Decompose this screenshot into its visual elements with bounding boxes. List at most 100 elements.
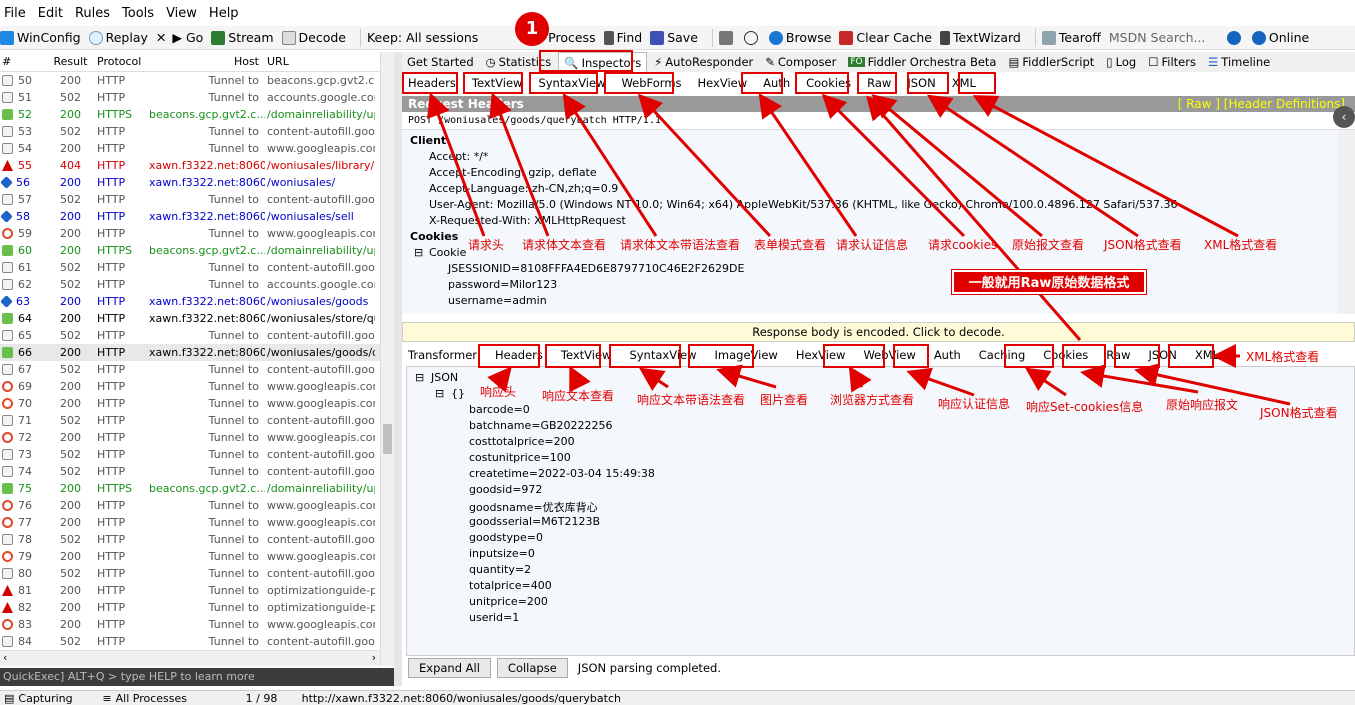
cookie-collapse-icon[interactable]: ⊟: [414, 246, 423, 259]
tree-collapse-icon[interactable]: ⊟: [415, 371, 424, 384]
resp-tab-auth[interactable]: Auth: [928, 346, 967, 364]
session-row[interactable]: 65 502 HTTP Tunnel to content-autofill.googl: [0, 327, 380, 344]
timer-button[interactable]: [743, 30, 761, 45]
session-row[interactable]: 70 200 HTTP Tunnel to www.googleapis.com:: [0, 395, 380, 412]
menu-rules[interactable]: Rules: [75, 6, 110, 21]
tearoff-button[interactable]: Tearoff: [1041, 30, 1101, 45]
session-row[interactable]: 73 502 HTTP Tunnel to content-autofill.googl: [0, 446, 380, 463]
menu-tools[interactable]: Tools: [122, 6, 154, 21]
col-protocol[interactable]: Protocol: [93, 55, 149, 68]
screenshot-button[interactable]: [718, 30, 736, 45]
find-button[interactable]: Find: [603, 30, 642, 45]
json-field[interactable]: costunitprice=100: [469, 451, 571, 464]
capture-icon[interactable]: ▤: [4, 692, 14, 705]
session-row[interactable]: 82 200 HTTP Tunnel to optimizationguide-pa.: [0, 599, 380, 616]
browse-button[interactable]: Browse: [768, 30, 831, 45]
session-row[interactable]: 63 200 HTTP xawn.f3322.net:8060/woniusales/…: [0, 293, 380, 310]
pane-splitter[interactable]: [394, 52, 402, 686]
request-scrollbar[interactable]: [1338, 130, 1355, 314]
help-button[interactable]: [1226, 30, 1244, 45]
tab-timeline[interactable]: ☰ Timeline: [1203, 52, 1275, 72]
json-field[interactable]: userid=1: [469, 611, 519, 624]
tab-log[interactable]: ▯ Log: [1101, 52, 1141, 72]
json-object-node[interactable]: {}: [451, 387, 465, 400]
json-field[interactable]: createtime=2022-03-04 15:49:38: [469, 467, 655, 480]
keep-sessions-dropdown[interactable]: Keep: All sessions: [367, 30, 478, 45]
decode-notice[interactable]: Response body is encoded. Click to decod…: [402, 322, 1355, 342]
json-field[interactable]: goodstype=0: [469, 531, 543, 544]
stream-button[interactable]: Stream: [211, 30, 274, 45]
msdn-search-input[interactable]: MSDN Search...: [1109, 30, 1219, 45]
capturing-status[interactable]: Capturing: [18, 692, 78, 705]
session-row[interactable]: 67 502 HTTP Tunnel to content-autofill.googl: [0, 361, 380, 378]
sessions-vertical-scrollbar[interactable]: [380, 52, 394, 666]
scroll-right-icon[interactable]: ›: [372, 651, 376, 665]
process-filter[interactable]: All Processes: [116, 692, 246, 705]
json-field[interactable]: unitprice=200: [469, 595, 548, 608]
session-row[interactable]: 69 200 HTTP Tunnel to www.googleapis.com:: [0, 378, 380, 395]
scroll-thumb[interactable]: [383, 424, 392, 454]
tab-get-started[interactable]: Get Started: [402, 52, 479, 72]
json-field[interactable]: goodsserial=M6T2123B: [469, 515, 600, 528]
menu-help[interactable]: Help: [209, 6, 239, 21]
textwizard-button[interactable]: TextWizard: [939, 30, 1021, 45]
session-row[interactable]: 57 502 HTTP Tunnel to content-autofill.googl: [0, 191, 380, 208]
collapse-button[interactable]: Collapse: [496, 658, 568, 678]
session-row[interactable]: 64 200 HTTP xawn.f3322.net:8060/woniusales/…: [0, 310, 380, 327]
session-row[interactable]: 84 502 HTTP Tunnel to content-autofill.googl: [0, 633, 380, 650]
session-row[interactable]: 72 200 HTTP Tunnel to www.googleapis.com:: [0, 429, 380, 446]
json-field[interactable]: costtotalprice=200: [469, 435, 575, 448]
session-row[interactable]: 53 502 HTTP Tunnel to content-autofill.googl: [0, 123, 380, 140]
session-row[interactable]: 61 502 HTTP Tunnel to content-autofill.googl: [0, 259, 380, 276]
session-row[interactable]: 66 200 HTTP xawn.f3322.net:8060/woniusales/…: [0, 344, 380, 361]
session-row[interactable]: 78 502 HTTP Tunnel to content-autofill.googl: [0, 531, 380, 548]
header-links[interactable]: [ Raw ] [Header Definitions]: [1178, 96, 1345, 112]
session-row[interactable]: 71 502 HTTP Tunnel to content-autofill.googl: [0, 412, 380, 429]
session-row[interactable]: 83 200 HTTP Tunnel to www.googleapis.com:: [0, 616, 380, 633]
json-field[interactable]: barcode=0: [469, 403, 530, 416]
session-row[interactable]: 80 502 HTTP Tunnel to content-autofill.googl: [0, 565, 380, 582]
winconfig-button[interactable]: WinConfig: [0, 30, 81, 45]
tab-fiddler-orchestra[interactable]: FO Fiddler Orchestra Beta: [843, 52, 1001, 72]
session-row[interactable]: 60 200 HTTPS beacons.gcp.gvt2.c.../domainre…: [0, 242, 380, 259]
session-row[interactable]: 79 200 HTTP Tunnel to www.googleapis.com:: [0, 548, 380, 565]
expand-all-button[interactable]: Expand All: [408, 658, 491, 678]
scroll-left-icon[interactable]: ‹: [0, 651, 7, 664]
replay-button[interactable]: Replay: [88, 30, 148, 45]
session-row[interactable]: 59 200 HTTP Tunnel to www.googleapis.com:: [0, 225, 380, 242]
session-row[interactable]: 77 200 HTTP Tunnel to www.googleapis.com:: [0, 514, 380, 531]
session-row[interactable]: 76 200 HTTP Tunnel to www.googleapis.com:: [0, 497, 380, 514]
session-row[interactable]: 55 404 HTTP xawn.f3322.net:8060/woniusales/…: [0, 157, 380, 174]
tab-autoresponder[interactable]: ⚡ AutoResponder: [649, 52, 758, 72]
session-row[interactable]: 62 502 HTTP Tunnel to accounts.google.com:: [0, 276, 380, 293]
tab-fiddlerscript[interactable]: ▤ FiddlerScript: [1003, 52, 1099, 72]
session-row[interactable]: 75 200 HTTPS beacons.gcp.gvt2.c.../domainre…: [0, 480, 380, 497]
session-row[interactable]: 81 200 HTTP Tunnel to optimizationguide-pa.: [0, 582, 380, 599]
col-result[interactable]: Result: [48, 55, 93, 68]
session-row[interactable]: 56 200 HTTP xawn.f3322.net:8060/woniusales/: [0, 174, 380, 191]
session-row[interactable]: 54 200 HTTP Tunnel to www.googleapis.com:: [0, 140, 380, 157]
quickexec-input[interactable]: QuickExec] ALT+Q > type HELP to learn mo…: [0, 668, 394, 686]
session-row[interactable]: 51 502 HTTP Tunnel to accounts.google.com:: [0, 89, 380, 106]
tree-collapse-icon[interactable]: ⊟: [435, 387, 444, 400]
decode-button[interactable]: Decode: [281, 30, 346, 45]
menu-view[interactable]: View: [166, 6, 197, 21]
clear-cache-button[interactable]: Clear Cache: [839, 30, 932, 45]
tab-filters[interactable]: ☐ Filters: [1143, 52, 1201, 72]
json-field[interactable]: goodsname=优衣库背心: [469, 499, 598, 515]
session-row[interactable]: 52 200 HTTPS beacons.gcp.gvt2.c.../domainre…: [0, 106, 380, 123]
json-field[interactable]: goodsid=972: [469, 483, 542, 496]
save-button[interactable]: Save: [650, 30, 698, 45]
json-field[interactable]: totalprice=400: [469, 579, 552, 592]
collapse-arrow-icon[interactable]: ‹: [1333, 106, 1355, 128]
tab-composer[interactable]: ✎ Composer: [760, 52, 841, 72]
go-button[interactable]: ✕ ▶ Go: [156, 30, 203, 45]
col-url[interactable]: URL: [265, 55, 375, 68]
json-field[interactable]: quantity=2: [469, 563, 531, 576]
online-button[interactable]: Online: [1251, 30, 1309, 45]
json-field[interactable]: inputsize=0: [469, 547, 535, 560]
col-id[interactable]: #: [0, 55, 48, 68]
menu-file[interactable]: File: [4, 6, 26, 21]
session-row[interactable]: 50 200 HTTP Tunnel to beacons.gcp.gvt2.cor: [0, 72, 380, 89]
resp-tab-transformer[interactable]: Transformer: [402, 346, 483, 364]
